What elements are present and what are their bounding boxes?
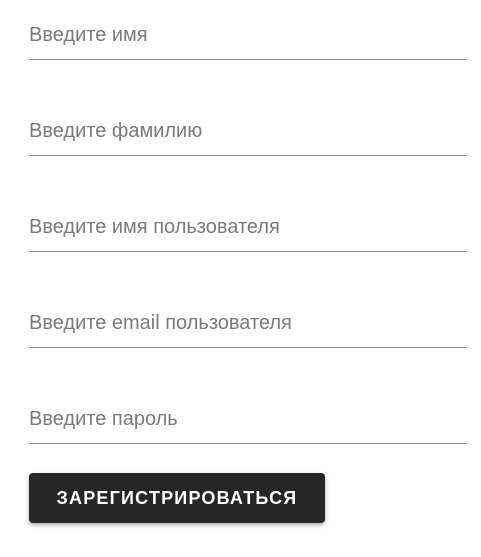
first-name-field-wrapper: [29, 0, 467, 60]
password-input[interactable]: [29, 404, 467, 444]
email-input[interactable]: [29, 308, 467, 348]
register-button[interactable]: ЗАРЕГИСТРИРОВАТЬСЯ: [29, 473, 325, 523]
last-name-field-wrapper: [29, 96, 467, 156]
email-field-wrapper: [29, 288, 467, 348]
username-field-wrapper: [29, 192, 467, 252]
password-field-wrapper: [29, 384, 467, 444]
last-name-input[interactable]: [29, 116, 467, 156]
username-input[interactable]: [29, 212, 467, 252]
first-name-input[interactable]: [29, 20, 467, 60]
